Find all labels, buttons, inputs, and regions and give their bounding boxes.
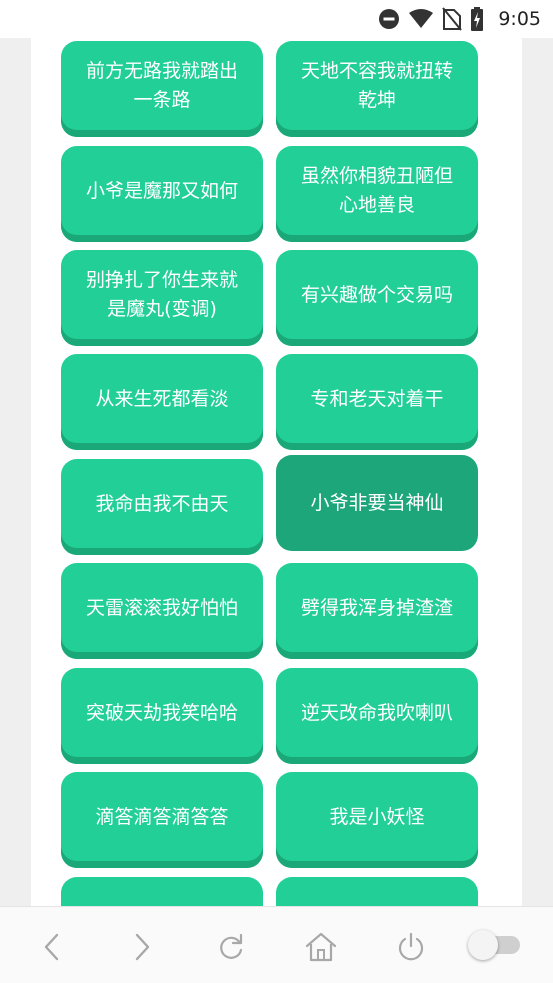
sound-button[interactable]: 从来生死都看淡 (61, 354, 263, 450)
refresh-icon (220, 933, 243, 959)
status-time: 9:05 (498, 8, 541, 30)
sound-button[interactable]: 前方无路我就踏出一条路 (61, 41, 263, 137)
wifi-icon (408, 8, 434, 30)
sound-button[interactable]: 逆天改命我吹喇叭 (276, 668, 478, 764)
sound-button[interactable]: 虽然你相貌丑陋但心地善良 (276, 146, 478, 242)
home-button[interactable] (301, 927, 341, 967)
sound-button[interactable]: 滴答滴答滴答答 (61, 772, 263, 868)
sound-button[interactable]: 专和老天对着干 (276, 354, 478, 450)
toggle-thumb (468, 930, 498, 960)
sound-button-selected[interactable]: 小爷非要当神仙 (276, 455, 478, 551)
sound-button[interactable]: 天雷滚滚我好怕怕 (61, 563, 263, 659)
sound-button[interactable] (276, 877, 478, 906)
sound-button[interactable] (61, 877, 263, 906)
sound-button[interactable]: 突破天劫我笑哈哈 (61, 668, 263, 764)
no-sim-icon (442, 7, 463, 31)
sound-button[interactable]: 天地不容我就扭转乾坤 (276, 41, 478, 137)
sound-button[interactable]: 小爷是魔那又如何 (61, 146, 263, 242)
battery-charging-icon (470, 7, 484, 31)
sound-button-panel: 前方无路我就踏出一条路 天地不容我就扭转乾坤 小爷是魔那又如何 虽然你相貌丑陋但… (31, 38, 522, 906)
back-button[interactable] (33, 927, 73, 967)
do-not-disturb-icon (378, 8, 400, 30)
sound-button[interactable]: 别挣扎了你生来就是魔丸(变调) (61, 250, 263, 346)
forward-icon (135, 933, 150, 961)
sound-button[interactable]: 劈得我浑身掉渣渣 (276, 563, 478, 659)
forward-button[interactable] (121, 927, 161, 967)
sound-button[interactable]: 有兴趣做个交易吗 (276, 250, 478, 346)
status-bar: 9:05 (0, 0, 553, 38)
home-icon (305, 932, 337, 962)
sound-button[interactable]: 我命由我不由天 (61, 459, 263, 555)
power-button[interactable] (391, 927, 431, 967)
refresh-button[interactable] (211, 927, 251, 967)
back-icon (44, 933, 59, 961)
power-icon (398, 932, 424, 961)
toggle-switch[interactable] (468, 926, 522, 962)
content-area[interactable]: 前方无路我就踏出一条路 天地不容我就扭转乾坤 小爷是魔那又如何 虽然你相貌丑陋但… (0, 38, 553, 906)
sound-button[interactable]: 我是小妖怪 (276, 772, 478, 868)
